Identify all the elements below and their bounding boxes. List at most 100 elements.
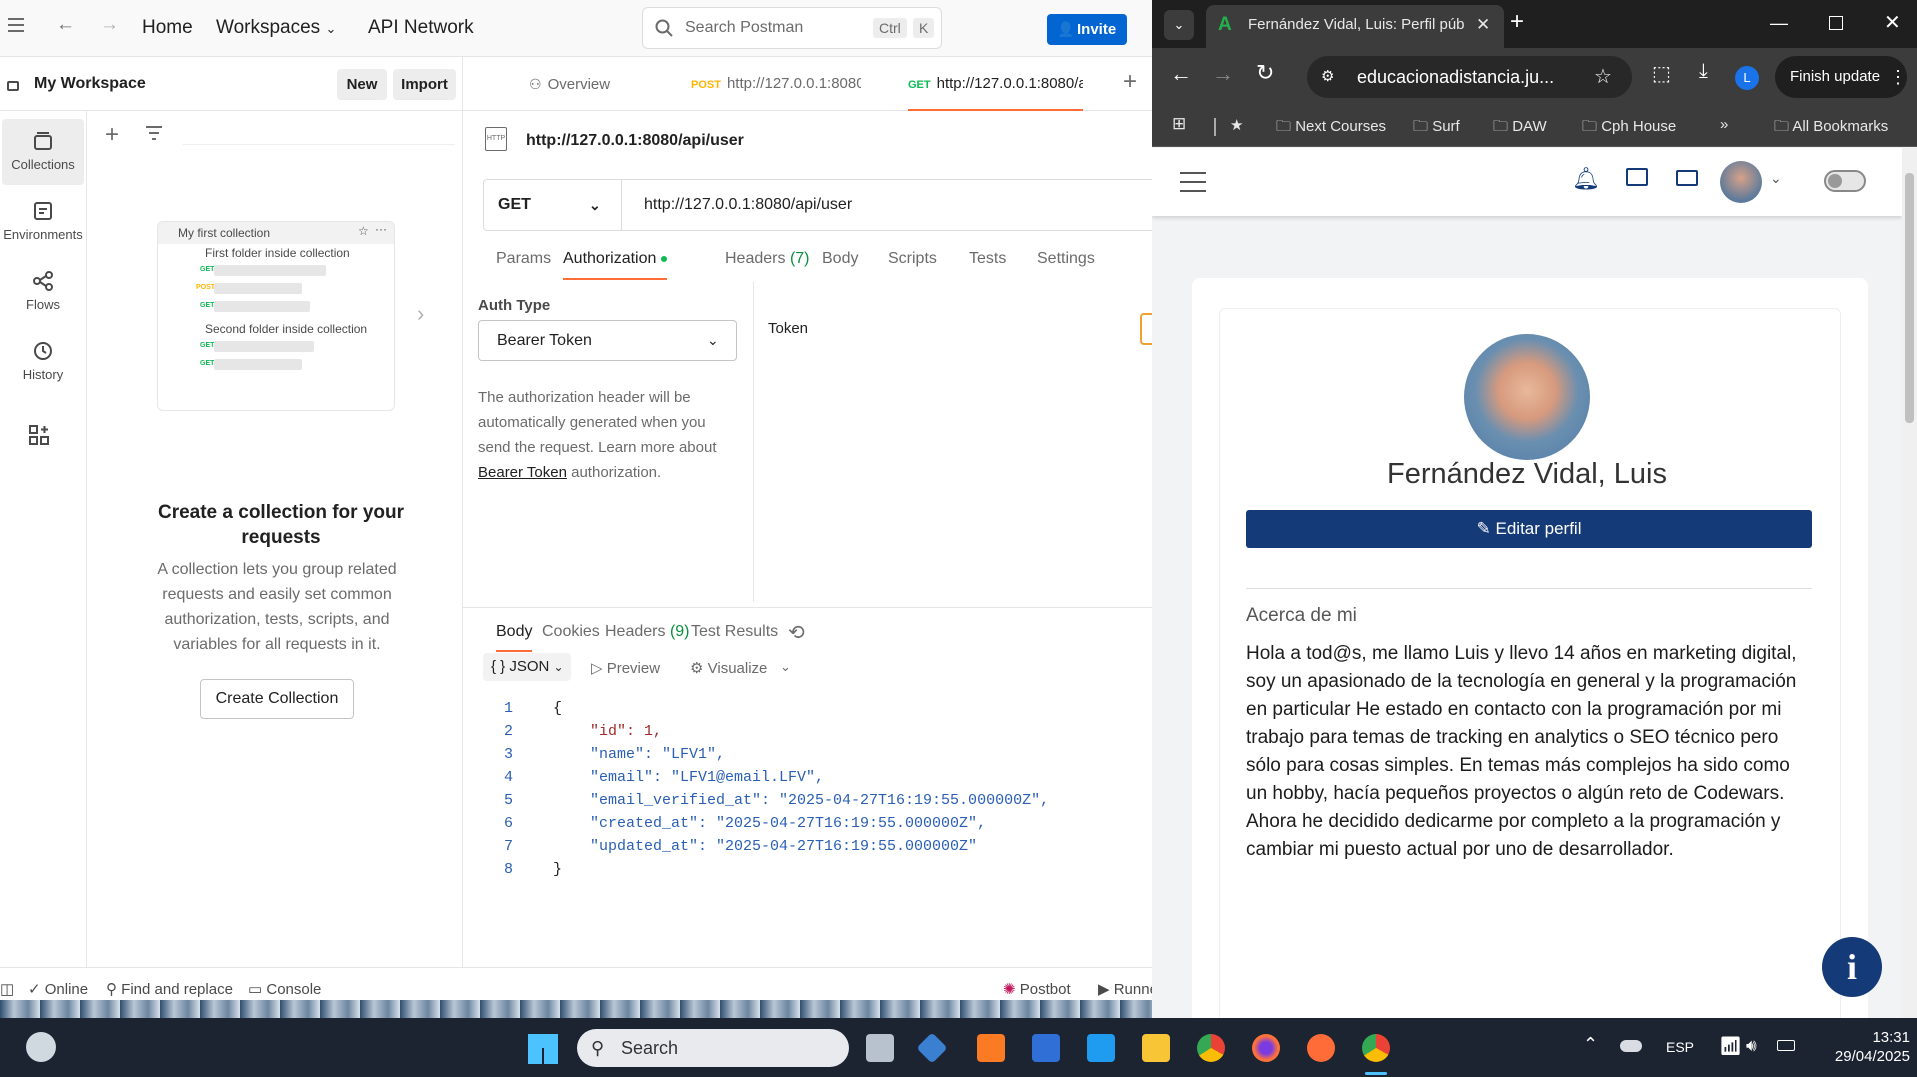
apps-icon[interactable]: ⊞ xyxy=(1172,114,1186,134)
history-icon[interactable]: ⟲ xyxy=(788,620,805,645)
system-clock[interactable]: 13:31 29/04/2025 xyxy=(1810,1028,1910,1066)
request-name[interactable]: http://127.0.0.1:8080/api/user xyxy=(526,132,744,150)
bookmark-daw[interactable]: 🗀 DAW xyxy=(1493,116,1547,141)
runner-button[interactable]: ▶ Runne xyxy=(1098,980,1152,998)
auth-type-select[interactable]: Bearer Token ⌄ xyxy=(478,320,737,361)
weather-icon[interactable] xyxy=(26,1032,56,1062)
configure-sidebar-icon[interactable] xyxy=(28,424,50,446)
bookmark-next-courses[interactable]: 🗀 Next Courses xyxy=(1276,116,1386,141)
tab-body[interactable]: Body xyxy=(822,250,858,268)
import-button[interactable]: Import xyxy=(393,69,456,100)
mail-icon[interactable] xyxy=(1676,170,1698,186)
file-explorer-icon[interactable] xyxy=(1142,1034,1170,1062)
new-tab-icon[interactable]: + xyxy=(1123,68,1137,96)
vscode-icon[interactable] xyxy=(1087,1034,1115,1062)
taskbar-search[interactable]: ⚲ Search xyxy=(577,1029,849,1067)
url-input[interactable]: http://127.0.0.1:8080/api/user xyxy=(644,180,852,230)
nav-workspaces[interactable]: Workspaces ⌄ xyxy=(216,17,336,39)
tab-get-request[interactable]: GET http://127.0.0.1:8080/ap xyxy=(908,57,1083,111)
format-select[interactable]: { } JSON ⌄ xyxy=(483,653,571,681)
browser-tab[interactable]: A Fernández Vidal, Luis: Perfil púb ✕ xyxy=(1206,5,1504,48)
xampp-icon[interactable] xyxy=(977,1034,1005,1062)
find-replace-button[interactable]: ⚲ Find and replace xyxy=(106,980,233,998)
firefox-icon[interactable] xyxy=(1252,1034,1280,1062)
bookmark-cph-house[interactable]: 🗀 Cph House xyxy=(1582,116,1676,141)
add-collection-icon[interactable]: + xyxy=(105,121,119,149)
start-icon[interactable] xyxy=(528,1034,558,1064)
minimize-icon[interactable]: — xyxy=(1770,13,1788,34)
git-icon[interactable] xyxy=(916,1032,948,1064)
tab-overview[interactable]: ⚇ Overview xyxy=(529,57,649,111)
edit-profile-button[interactable]: ✎ Editar perfil xyxy=(1246,510,1812,548)
menu-icon[interactable] xyxy=(8,18,24,32)
maximize-icon[interactable] xyxy=(1829,16,1843,30)
tab-tests[interactable]: Tests xyxy=(969,250,1006,268)
bearer-token-link[interactable]: Bearer Token xyxy=(478,464,567,481)
hamburger-menu-icon[interactable] xyxy=(1180,172,1206,192)
user-avatar[interactable] xyxy=(1720,161,1762,203)
new-button[interactable]: New xyxy=(337,69,387,100)
close-icon[interactable]: ✕ xyxy=(1476,5,1490,45)
language-indicator[interactable]: ESP xyxy=(1666,1039,1694,1055)
chevron-down-icon[interactable]: ⌄ xyxy=(1770,170,1782,187)
star-filled-icon[interactable]: ★ xyxy=(1230,116,1243,134)
chevron-down-icon[interactable]: ⌄ xyxy=(780,659,791,675)
site-info-icon[interactable]: ⚙ xyxy=(1321,56,1334,98)
nav-api-network[interactable]: API Network xyxy=(368,17,474,39)
online-status[interactable]: ✓ Online xyxy=(28,980,88,998)
reload-icon[interactable]: ↻ xyxy=(1256,60,1274,86)
sidebar-item-environments[interactable]: Environments xyxy=(2,189,84,255)
new-tab-icon[interactable]: + xyxy=(1510,8,1524,36)
task-view-icon[interactable] xyxy=(866,1034,894,1062)
all-bookmarks[interactable]: 🗀 All Bookmarks xyxy=(1774,116,1888,141)
page-scrollbar[interactable] xyxy=(1902,148,1917,1018)
create-collection-button[interactable]: Create Collection xyxy=(200,679,354,719)
forward-arrow-icon[interactable]: → xyxy=(100,14,119,36)
chrome-profile-icon[interactable] xyxy=(1362,1034,1390,1062)
invite-button[interactable]: 👤 Invite xyxy=(1047,14,1127,45)
battery-icon[interactable] xyxy=(1777,1040,1795,1051)
tab-params[interactable]: Params xyxy=(496,250,551,268)
chevron-more-icon[interactable]: » xyxy=(1720,116,1728,133)
star-icon[interactable]: ☆ xyxy=(1594,56,1612,98)
tab-scripts[interactable]: Scripts xyxy=(888,250,937,268)
postman-icon[interactable] xyxy=(1307,1034,1335,1062)
onedrive-icon[interactable] xyxy=(1620,1040,1642,1052)
nav-home[interactable]: Home xyxy=(142,17,193,39)
tab-settings[interactable]: Settings xyxy=(1037,250,1095,268)
info-button[interactable]: i xyxy=(1822,937,1882,997)
collection-filter-input[interactable] xyxy=(183,117,455,145)
bookmark-surf[interactable]: 🗀 Surf xyxy=(1413,116,1460,141)
resp-tab-body[interactable]: Body xyxy=(496,623,533,652)
chat-icon[interactable] xyxy=(1626,168,1648,186)
bell-icon[interactable]: 🔔︎ xyxy=(1572,166,1600,192)
sidebar-item-flows[interactable]: Flows xyxy=(2,259,84,325)
dark-mode-toggle[interactable] xyxy=(1824,170,1866,192)
visualize-button[interactable]: ⚙ Visualize xyxy=(690,659,767,677)
resp-tab-headers[interactable]: Headers (9) xyxy=(605,623,690,641)
wifi-icon[interactable]: 📶︎ xyxy=(1719,1036,1742,1057)
preview-button[interactable]: ▷ Preview xyxy=(591,659,660,677)
search-input[interactable]: Search Postman Ctrl K xyxy=(642,7,942,49)
postbot-button[interactable]: ✺ Postbot xyxy=(1003,980,1071,998)
method-select[interactable]: GET ⌄ xyxy=(484,180,622,230)
resp-tab-cookies[interactable]: Cookies xyxy=(542,623,600,641)
finish-update-button[interactable]: Finish update ⋮ xyxy=(1775,56,1907,98)
filter-icon[interactable] xyxy=(145,125,163,141)
download-icon[interactable]: ⤓ xyxy=(1699,60,1708,83)
address-bar[interactable]: ⚙ educacionadistancia.ju... ☆ xyxy=(1307,56,1632,98)
tab-authorization[interactable]: Authorization xyxy=(563,250,667,280)
token-input[interactable] xyxy=(1140,313,1152,345)
workspace-name[interactable]: My Workspace xyxy=(34,75,146,93)
tab-search-icon[interactable]: ⌄ xyxy=(1164,10,1194,40)
back-arrow-icon[interactable]: ← xyxy=(56,14,75,36)
forward-arrow-icon[interactable]: → xyxy=(1212,61,1234,87)
chrome-icon[interactable] xyxy=(1197,1034,1225,1062)
profile-avatar[interactable]: L xyxy=(1735,66,1759,90)
console-button[interactable]: ▭ Console xyxy=(248,980,321,998)
tab-headers[interactable]: Headers (7) xyxy=(725,250,810,268)
scrollbar-thumb[interactable] xyxy=(1905,173,1914,423)
toggle-sidebar-icon[interactable]: ◫ xyxy=(0,980,14,998)
tab-post-request[interactable]: POST http://127.0.0.1:8080/aj xyxy=(691,57,861,111)
sidebar-item-history[interactable]: History xyxy=(2,329,84,395)
